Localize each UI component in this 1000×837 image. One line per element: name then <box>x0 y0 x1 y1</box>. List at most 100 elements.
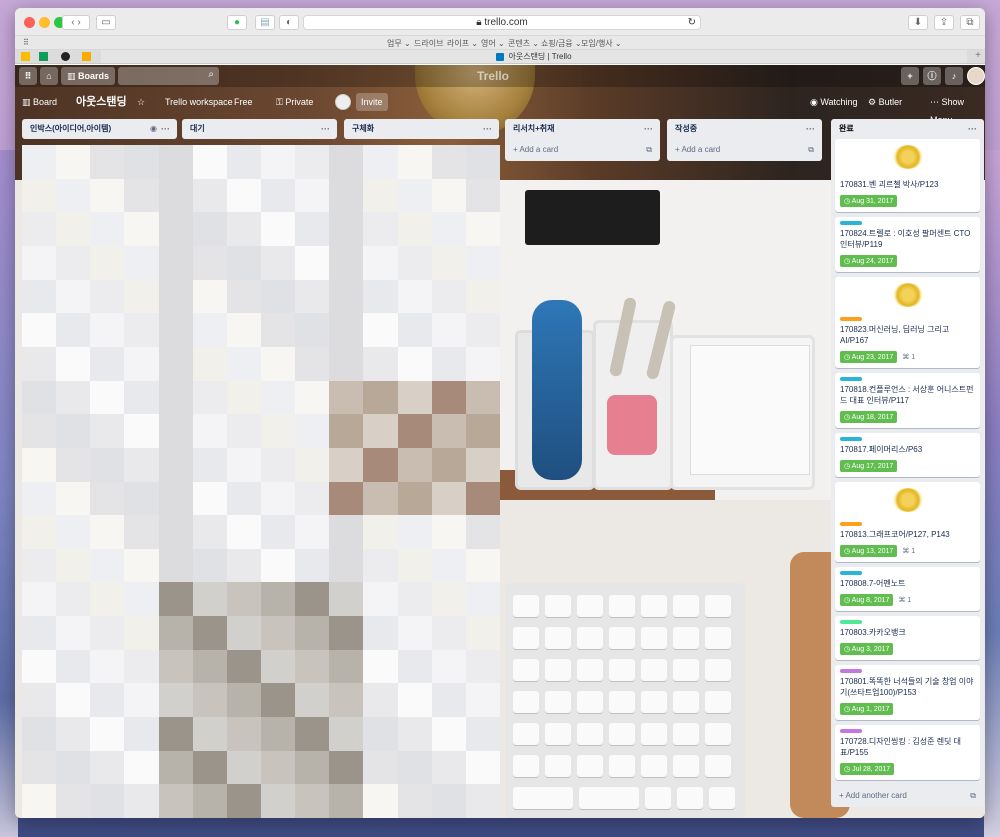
minimize-window-button[interactable] <box>39 17 50 28</box>
list-menu-icon[interactable]: ··· <box>321 119 330 139</box>
list-header[interactable]: 인박스(아이디어,아이템) ◉ ··· <box>22 119 177 139</box>
analytics-icon[interactable] <box>82 52 91 61</box>
favorite-item[interactable]: 쇼핑/금융 ⌄ <box>541 38 582 49</box>
card[interactable]: 170818.컨플루언스 : 서상훈 어니스트펀드 대표 인터뷰/P117 ◷ A… <box>835 373 980 428</box>
search-input[interactable]: ⌕ <box>118 67 219 85</box>
apps-grid-icon[interactable]: ⠿ <box>19 67 37 85</box>
card-template-icon[interactable]: ⧉ <box>646 139 652 161</box>
list-header[interactable]: 구체화 ··· <box>344 119 499 139</box>
share-icon[interactable]: ⇪ <box>934 15 954 30</box>
list-menu-icon[interactable]: ··· <box>806 119 815 139</box>
favorite-item[interactable]: 영어 ⌄ <box>481 38 505 49</box>
due-date-badge[interactable]: ◷ Aug 8, 2017 <box>840 594 894 606</box>
card-label[interactable] <box>840 522 862 526</box>
board-view-button[interactable]: ▥ Board <box>17 93 62 111</box>
favorites-grid-icon[interactable]: ⠿ <box>23 38 29 47</box>
card-label[interactable] <box>840 317 862 321</box>
list-concrete[interactable]: 구체화 ··· <box>344 119 499 139</box>
show-menu-button[interactable]: ⋯ Show Menu <box>925 93 985 125</box>
card[interactable]: 170824.트렐로 : 이호성 팔머센트 CTO 인터뷰/P119 ◷ Aug … <box>835 217 980 272</box>
sidebar-toggle-icon[interactable]: ▭ <box>96 15 116 30</box>
list-header[interactable]: 작성중 ··· <box>667 119 822 139</box>
due-date-badge[interactable]: ◷ Aug 3, 2017 <box>840 643 894 655</box>
card-template-icon[interactable]: ⧉ <box>808 139 814 161</box>
due-date-badge[interactable]: ◷ Aug 13, 2017 <box>840 545 898 557</box>
list-done[interactable]: 완료 ··· 170831.벤 괴르첼 박사/P123 ◷ Aug 31, 2017… <box>831 119 984 807</box>
card[interactable]: 170801.똑똑한 너석들의 기술 창업 이야기(쓰타트업100)/P153 ◷… <box>835 665 980 720</box>
card-label[interactable] <box>840 437 862 441</box>
list-writing[interactable]: 작성중 ··· + Add a card ⧉ <box>667 119 822 161</box>
list-header[interactable]: 리서치+취재 ··· <box>505 119 660 139</box>
blur-tile <box>124 178 159 213</box>
card-label[interactable] <box>840 729 862 733</box>
card-label[interactable] <box>840 571 862 575</box>
card-label[interactable] <box>840 620 862 624</box>
card[interactable]: 170817.페이머리스/P63 ◷ Aug 17, 2017 <box>835 433 980 477</box>
due-date-badge[interactable]: ◷ Jul 28, 2017 <box>840 763 895 775</box>
new-tab-icon[interactable]: + <box>975 50 981 61</box>
list-menu-icon[interactable]: ··· <box>161 119 170 139</box>
boards-button[interactable]: ▥ Boards <box>61 67 115 85</box>
google-sheets-icon[interactable] <box>39 52 48 61</box>
due-date-badge[interactable]: ◷ Aug 18, 2017 <box>840 411 898 423</box>
active-tab[interactable]: 아웃스탠딩 | Trello <box>101 50 967 63</box>
list-menu-icon[interactable]: ··· <box>644 119 653 139</box>
card-template-icon[interactable]: ⧉ <box>970 785 976 807</box>
due-date-badge[interactable]: ◷ Aug 23, 2017 <box>840 351 898 363</box>
star-icon[interactable]: ☆ <box>132 93 150 111</box>
due-date-badge[interactable]: ◷ Aug 17, 2017 <box>840 460 898 472</box>
trello-logo[interactable]: Trello <box>477 69 509 83</box>
card[interactable]: 170803.카카오뱅크 ◷ Aug 3, 2017 <box>835 616 980 660</box>
card-label[interactable] <box>840 377 862 381</box>
card[interactable]: 170823.머신러닝, 딥러닝 그리고 AI/P167 ◷ Aug 23, 20… <box>835 277 980 368</box>
card[interactable]: 170813.그래프코어/P127, P143 ◷ Aug 13, 2017 ⌘ 1 <box>835 482 980 562</box>
info-icon[interactable]: ⓘ <box>923 67 941 85</box>
visibility-button[interactable]: ⚿ Private <box>271 93 318 111</box>
list-waiting[interactable]: 대기 ··· <box>182 119 337 139</box>
card-label[interactable] <box>840 221 862 225</box>
invite-button[interactable]: Invite <box>356 93 388 111</box>
due-date-badge[interactable]: ◷ Aug 31, 2017 <box>840 195 898 207</box>
reload-icon[interactable]: ↻ <box>688 16 696 29</box>
card[interactable]: 170831.벤 괴르첼 박사/P123 ◷ Aug 31, 2017 <box>835 139 980 212</box>
address-bar[interactable]: 🔒︎ trello.com ↻ <box>303 15 701 30</box>
back-forward-buttons[interactable]: ‹ › <box>62 15 90 30</box>
card[interactable]: 170808.7-어펜노트 ◷ Aug 8, 2017 ⌘ 1 <box>835 567 980 611</box>
favorite-item[interactable]: 드라이브 <box>414 38 443 49</box>
workspace-label[interactable]: Trello workspace <box>160 93 238 111</box>
watching-button[interactable]: ◉ Watching <box>805 93 863 111</box>
due-date-badge[interactable]: ◷ Aug 1, 2017 <box>840 703 894 715</box>
notifications-bell-icon[interactable]: ♪ <box>945 67 963 85</box>
blur-tile <box>226 784 261 818</box>
list-inbox[interactable]: 인박스(아이디어,아이템) ◉ ··· <box>22 119 177 139</box>
home-icon[interactable]: ⌂ <box>40 67 58 85</box>
add-card-button[interactable]: + Add a card ⧉ <box>667 139 822 161</box>
github-icon[interactable] <box>61 52 70 61</box>
list-header[interactable]: 대기 ··· <box>182 119 337 139</box>
due-date-badge[interactable]: ◷ Aug 24, 2017 <box>840 255 898 267</box>
list-research[interactable]: 리서치+취재 ··· + Add a card ⧉ <box>505 119 660 161</box>
card-label[interactable] <box>840 669 862 673</box>
butler-button[interactable]: ⚙ Butler <box>863 93 907 111</box>
favorite-item[interactable]: 콘텐츠 ⌄ <box>508 38 539 49</box>
close-window-button[interactable] <box>24 17 35 28</box>
favorite-item[interactable]: 라이프 ⌄ <box>447 38 478 49</box>
download-icon[interactable]: ⬇ <box>908 15 928 30</box>
create-plus-icon[interactable]: + <box>901 67 919 85</box>
list-menu-icon[interactable]: ··· <box>968 119 977 139</box>
favorite-item[interactable]: 모임/행사 ⌄ <box>581 38 622 49</box>
add-card-button[interactable]: + Add a card ⧉ <box>505 139 660 161</box>
list-menu-icon[interactable]: ··· <box>483 119 492 139</box>
add-card-button[interactable]: + Add another card ⧉ <box>831 785 984 807</box>
board-title[interactable]: 아웃스탠딩 <box>71 93 132 111</box>
privacy-report-icon[interactable]: ◐ <box>279 15 299 30</box>
favorite-item[interactable]: 업무 ⌄ <box>387 38 411 49</box>
user-avatar[interactable] <box>967 67 985 85</box>
tab-overview-icon[interactable]: ⧉ <box>960 15 980 30</box>
google-drive-icon[interactable] <box>21 52 30 61</box>
card[interactable]: 170728.디자인씽킹 : 김성준 렌딧 대표/P155 ◷ Jul 28, 2… <box>835 725 980 780</box>
extension-icon[interactable]: ▤ <box>255 15 275 30</box>
list-header[interactable]: 완료 ··· <box>831 119 984 139</box>
evernote-extension-icon[interactable]: ● <box>227 15 247 30</box>
member-avatar[interactable] <box>335 94 351 110</box>
